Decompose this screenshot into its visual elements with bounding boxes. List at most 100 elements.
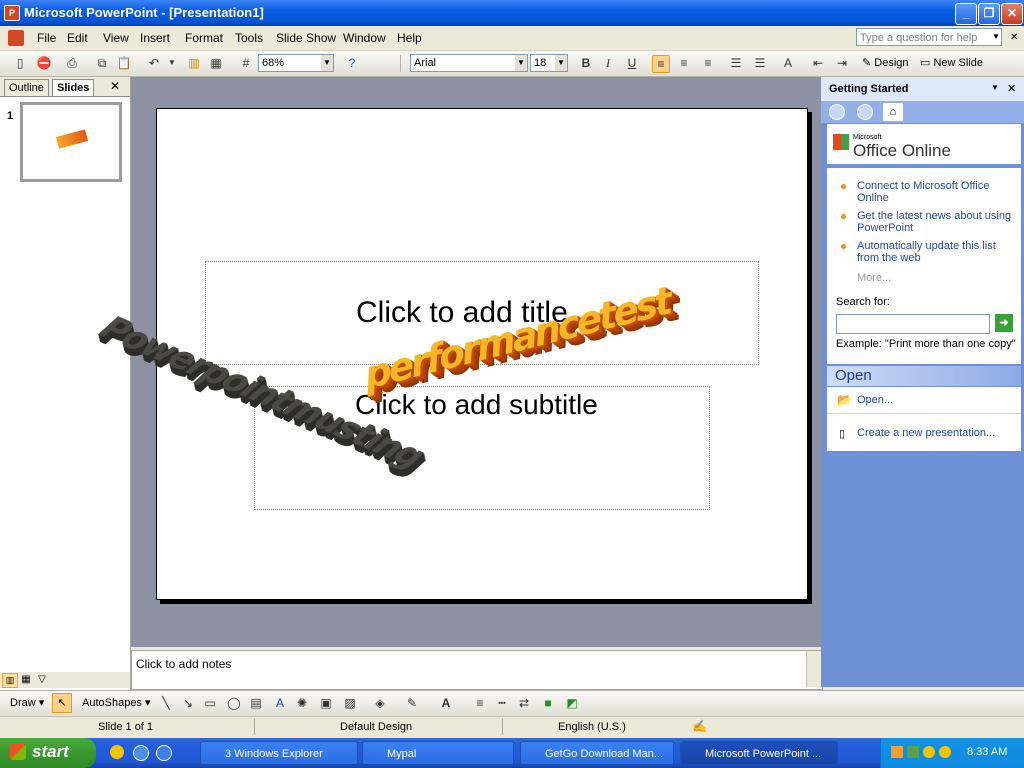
- menu-file[interactable]: File: [37, 31, 56, 45]
- undo-icon[interactable]: ↶: [146, 55, 162, 71]
- undo-dropdown-icon[interactable]: ▼: [164, 55, 180, 71]
- permission-icon[interactable]: ⛔: [36, 55, 52, 71]
- help-dropdown-icon[interactable]: ▼: [990, 29, 1002, 45]
- tray-icon-4[interactable]: [939, 746, 951, 758]
- create-new-presentation-link[interactable]: Create a new presentation...: [857, 427, 995, 439]
- quicklaunch-icon-3[interactable]: [156, 745, 172, 761]
- taskbar-item-explorer[interactable]: 3 Windows Explorer: [200, 741, 358, 765]
- taskbar-item-mypal[interactable]: Mypal: [362, 741, 514, 765]
- line-icon[interactable]: ╲: [158, 695, 174, 711]
- font-select[interactable]: Arial ▼: [410, 54, 528, 72]
- home-icon[interactable]: ⌂: [883, 103, 903, 121]
- slide-sorter-icon[interactable]: ▦: [19, 673, 33, 686]
- align-right-button[interactable]: ≡: [700, 55, 716, 71]
- wordart-icon[interactable]: A: [272, 695, 288, 711]
- taskbar-item-powerpoint[interactable]: Microsoft PowerPoint ...: [680, 741, 838, 765]
- 3d-style-icon[interactable]: ◩: [564, 695, 580, 711]
- menu-view[interactable]: View: [103, 31, 129, 45]
- shadow-style-icon[interactable]: ■: [540, 695, 556, 711]
- arrow-style-icon[interactable]: ⇄: [516, 695, 532, 711]
- search-go-icon[interactable]: ➜: [995, 314, 1013, 332]
- quicklaunch-icon-1[interactable]: [110, 745, 124, 759]
- select-objects-icon[interactable]: ↖: [52, 693, 72, 713]
- rectangle-icon[interactable]: ▭: [202, 695, 218, 711]
- underline-button[interactable]: U: [624, 55, 640, 71]
- menu-edit[interactable]: Edit: [67, 31, 88, 45]
- task-pane-close-icon[interactable]: ✕: [1007, 82, 1016, 95]
- slide-show-icon[interactable]: ▽: [35, 673, 49, 686]
- line-color-icon[interactable]: ✎: [404, 695, 420, 711]
- copy-icon[interactable]: ⧉: [94, 55, 110, 71]
- forward-icon[interactable]: [857, 104, 873, 120]
- textbox-icon[interactable]: ▤: [248, 695, 264, 711]
- more-link[interactable]: More...: [857, 272, 891, 284]
- restore-button[interactable]: ❐: [978, 3, 1000, 25]
- menu-tools[interactable]: Tools: [235, 31, 263, 45]
- decrease-indent-icon[interactable]: ⇤: [810, 55, 826, 71]
- open-link[interactable]: Open...: [857, 394, 893, 406]
- task-pane-menu-icon[interactable]: ▼: [991, 83, 999, 92]
- close-button[interactable]: ✕: [1001, 3, 1023, 25]
- menu-help[interactable]: Help: [397, 31, 422, 45]
- normal-view-icon[interactable]: ▥: [2, 673, 18, 688]
- increase-font-icon[interactable]: A: [780, 55, 796, 71]
- tab-outline[interactable]: Outline: [4, 79, 49, 96]
- dash-style-icon[interactable]: ┅: [494, 695, 510, 711]
- taskbar-item-getgo[interactable]: GetGo Download Man...: [520, 741, 674, 765]
- notes-pane[interactable]: Click to add notes: [131, 650, 823, 690]
- menu-slide-show[interactable]: Slide Show: [276, 31, 336, 45]
- menu-insert[interactable]: Insert: [140, 31, 170, 45]
- bullets-icon[interactable]: ☰: [752, 55, 768, 71]
- zoom-select[interactable]: 68% ▼: [258, 54, 334, 72]
- slide-thumbnail[interactable]: [20, 102, 122, 182]
- connect-office-online-link[interactable]: Connect to Microsoft Office Online: [857, 180, 1017, 204]
- tray-icon-3[interactable]: [923, 746, 935, 758]
- increase-indent-icon[interactable]: ⇥: [834, 55, 850, 71]
- table-icon[interactable]: ▦: [208, 55, 224, 71]
- minimize-button[interactable]: _: [955, 3, 977, 25]
- font-size-select[interactable]: 18 ▼: [530, 54, 568, 72]
- powerpoint-app-icon[interactable]: P: [4, 5, 20, 21]
- diagram-icon[interactable]: ✺: [294, 695, 310, 711]
- clipart-icon[interactable]: ▣: [318, 695, 334, 711]
- new-slide-button[interactable]: ▭ New Slide: [920, 56, 983, 69]
- close-pane-icon[interactable]: ✕: [110, 79, 120, 93]
- auto-update-link[interactable]: Automatically update this list from the …: [857, 240, 1017, 264]
- menu-format[interactable]: Format: [185, 31, 223, 45]
- print-icon[interactable]: ⎙: [64, 55, 80, 71]
- draw-menu-button[interactable]: Draw ▾: [10, 696, 44, 709]
- latest-news-link[interactable]: Get the latest news about using PowerPoi…: [857, 210, 1017, 234]
- search-input[interactable]: [836, 314, 990, 334]
- design-button[interactable]: ✎ Design: [862, 56, 909, 69]
- start-button[interactable]: start: [0, 738, 96, 768]
- arrow-icon[interactable]: ↘: [180, 695, 196, 711]
- tray-icon-2[interactable]: [907, 746, 919, 758]
- numbering-icon[interactable]: ☰: [728, 55, 744, 71]
- document-icon[interactable]: [8, 30, 24, 46]
- italic-button[interactable]: I: [600, 55, 616, 71]
- line-style-icon[interactable]: ≡: [472, 695, 488, 711]
- new-icon[interactable]: ▯: [12, 55, 28, 71]
- slide-canvas[interactable]: Click to add title Click to add subtitle…: [92, 108, 808, 600]
- paste-icon[interactable]: 📋: [116, 55, 132, 71]
- grid-icon[interactable]: #: [238, 55, 254, 71]
- align-left-button[interactable]: ≡: [652, 55, 670, 73]
- oval-icon[interactable]: ◯: [226, 695, 242, 711]
- menu-window[interactable]: Window: [343, 31, 386, 45]
- spelling-icon[interactable]: ✍: [692, 719, 707, 733]
- picture-icon[interactable]: ▨: [342, 695, 358, 711]
- notes-scrollbar[interactable]: [806, 651, 821, 687]
- help-search-input[interactable]: Type a question for help: [856, 28, 1002, 46]
- chart-icon[interactable]: ▥: [186, 55, 202, 71]
- tab-slides[interactable]: Slides: [52, 79, 95, 96]
- tray-icon-1[interactable]: [891, 746, 903, 758]
- bold-button[interactable]: B: [578, 55, 594, 71]
- autoshapes-button[interactable]: AutoShapes ▾: [82, 696, 151, 709]
- help-icon[interactable]: ?: [344, 55, 360, 71]
- font-color-icon[interactable]: A: [438, 695, 454, 711]
- internet-explorer-icon[interactable]: [133, 745, 149, 761]
- back-icon[interactable]: [829, 104, 845, 120]
- close-document-icon[interactable]: ✕: [1010, 32, 1018, 43]
- align-center-button[interactable]: ≡: [676, 55, 692, 71]
- fill-color-icon[interactable]: ◈: [372, 695, 388, 711]
